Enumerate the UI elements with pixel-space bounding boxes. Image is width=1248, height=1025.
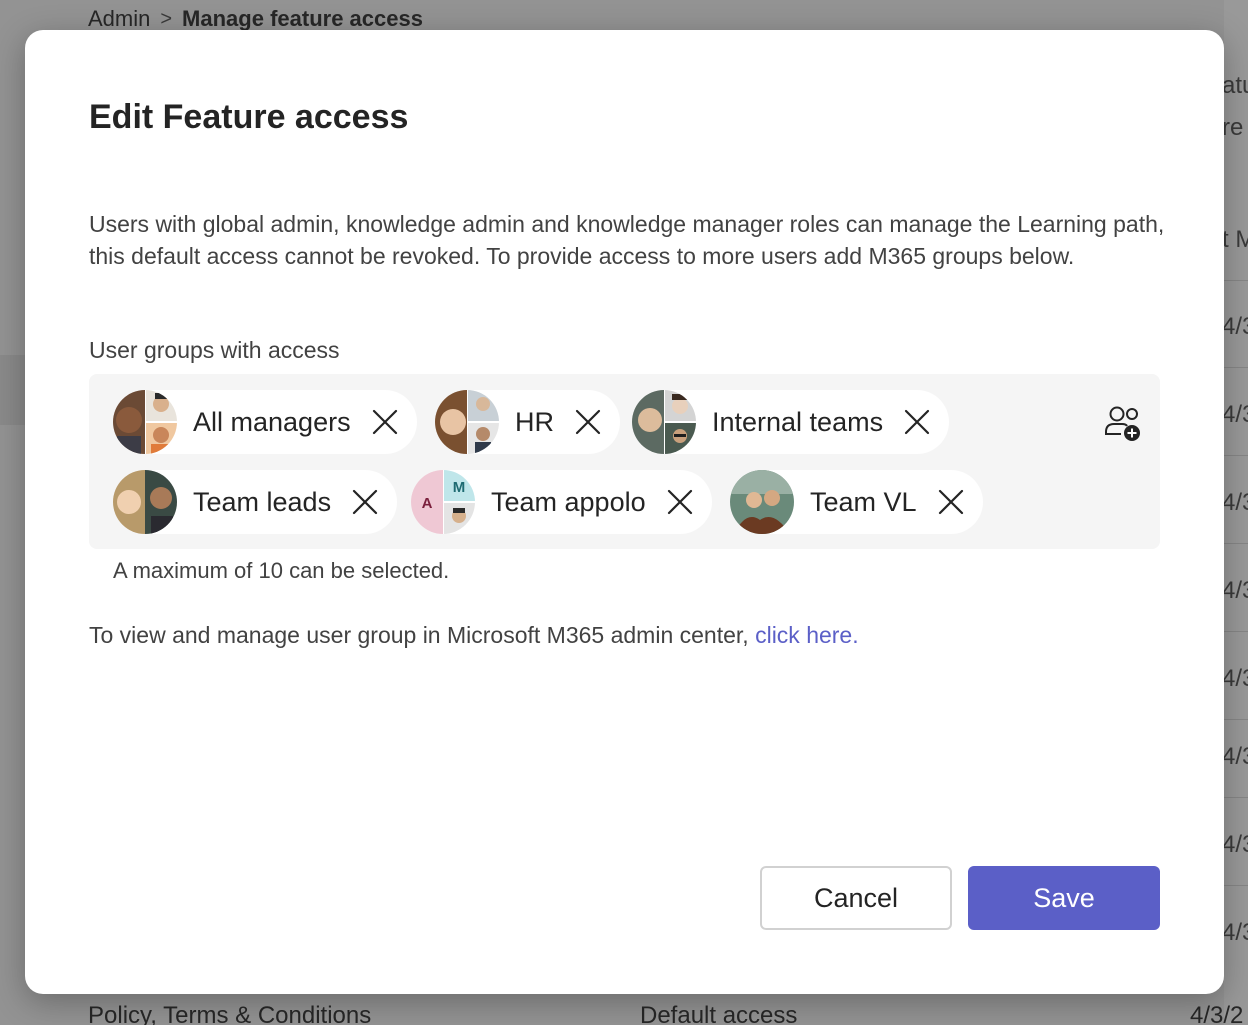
cancel-button[interactable]: Cancel [760, 866, 952, 930]
group-avatar [730, 470, 794, 534]
group-avatar [435, 390, 499, 454]
group-avatar [632, 390, 696, 454]
remove-chip-icon[interactable] [574, 408, 602, 436]
chip-label: Internal teams [712, 406, 884, 437]
manage-groups-label: To view and manage user group in Microso… [89, 622, 756, 648]
avatar-initial: M [453, 479, 466, 496]
group-avatar: A M [411, 470, 475, 534]
user-groups-label: User groups with access [89, 337, 340, 363]
chip-label: Team appolo [491, 486, 646, 517]
group-chip-internal-teams: Internal teams [632, 390, 950, 454]
remove-chip-icon[interactable] [937, 488, 965, 516]
manage-groups-text: To view and manage user group in Microso… [89, 622, 859, 649]
group-chip-all-managers: All managers [113, 390, 417, 454]
add-people-icon[interactable] [1103, 404, 1143, 444]
remove-chip-icon[interactable] [371, 408, 399, 436]
edit-feature-access-dialog: Edit Feature access Users with global ad… [25, 30, 1224, 994]
group-chip-team-vl: Team VL [730, 470, 983, 534]
group-avatar [113, 470, 177, 534]
group-chip-team-appolo: A M Team appolo [411, 470, 712, 534]
chip-label: All managers [193, 406, 351, 437]
remove-chip-icon[interactable] [351, 488, 379, 516]
admin-center-link[interactable]: click here. [755, 622, 859, 648]
group-avatar [113, 390, 177, 454]
remove-chip-icon[interactable] [666, 488, 694, 516]
dialog-title: Edit Feature access [89, 98, 409, 136]
group-chip-team-leads: Team leads [113, 470, 398, 534]
helper-text: A maximum of 10 can be selected. [113, 558, 450, 583]
user-group-picker[interactable]: All managers HR Internal teams Team lead… [89, 374, 1160, 549]
chip-label: Team leads [193, 486, 332, 517]
group-chip-hr: HR [435, 390, 620, 454]
save-button[interactable]: Save [968, 866, 1160, 930]
dialog-description: Users with global admin, knowledge admin… [89, 211, 1165, 269]
avatar-initial: A [422, 495, 433, 512]
chip-label: HR [515, 406, 554, 437]
chip-label: Team VL [810, 486, 917, 517]
remove-chip-icon[interactable] [903, 408, 931, 436]
